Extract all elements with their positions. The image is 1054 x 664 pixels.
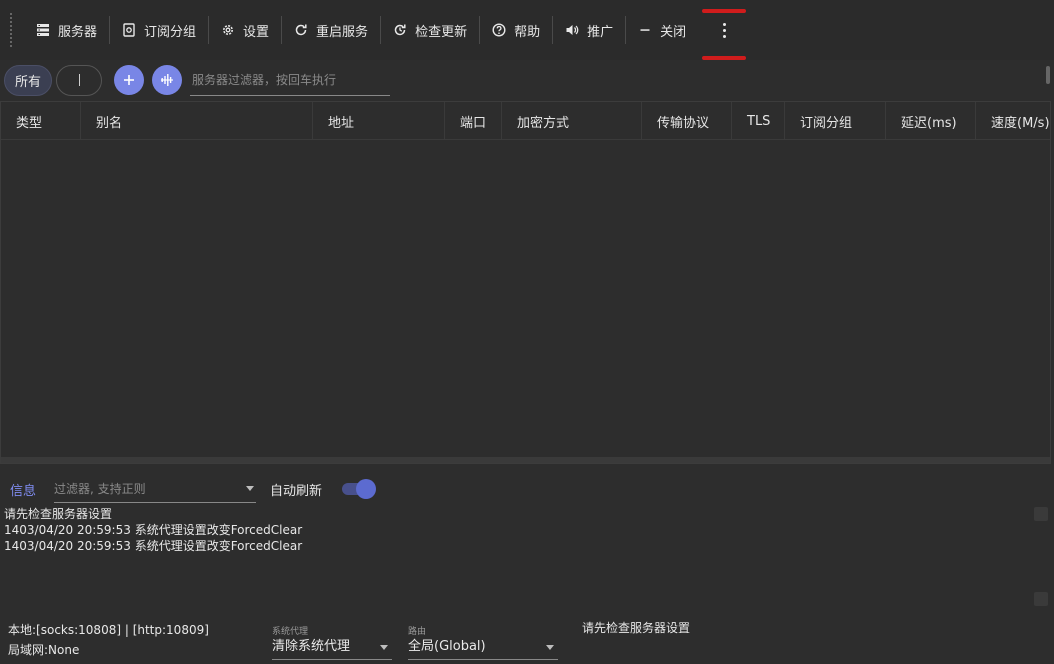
log-filter-combo[interactable] (54, 475, 257, 503)
log-toolbar: 信息 自动刷新 (0, 472, 1054, 506)
main-toolbar: 服务器 订阅分组 设置 重启服务 检查更新 帮助 推广 关闭 (0, 0, 1054, 60)
system-proxy-caption: 系统代理 (272, 627, 309, 637)
server-list-icon (37, 24, 49, 36)
auto-refresh-toggle[interactable] (342, 479, 377, 499)
system-proxy-value: 清除系统代理 (272, 639, 351, 654)
column-header-tls[interactable]: TLS (732, 102, 785, 140)
routing-select[interactable]: 路由 全局(Global) (408, 624, 558, 660)
text-cursor-icon (78, 74, 80, 86)
log-line: 1403/04/20 20:59:53 系统代理设置改变ForcedClear (4, 523, 303, 537)
subscriptions-button[interactable]: 订阅分组 (110, 12, 208, 48)
log-output: 请先检查服务器设置 1403/04/20 20:59:53 系统代理设置改变Fo… (4, 506, 1024, 554)
help-button[interactable]: 帮助 (480, 12, 552, 48)
toolbar-grip[interactable] (10, 13, 12, 47)
grid-horizontal-scrollbar[interactable] (1, 457, 1050, 463)
lan-text: 局域网:None (8, 643, 80, 657)
highlight-mark-top (702, 9, 747, 13)
more-vert-icon (722, 22, 726, 38)
help-icon (492, 23, 506, 37)
log-filter-input[interactable] (54, 481, 235, 496)
servers-button[interactable]: 服务器 (24, 12, 109, 48)
chevron-down-icon[interactable] (546, 644, 554, 650)
refresh-icon (295, 24, 307, 36)
server-grid: 类型 别名 地址 端口 加密方式 传输协议 TLS 订阅分组 延迟(ms) 速度… (0, 101, 1051, 464)
subscription-chip-empty[interactable] (56, 64, 103, 96)
column-header-transport[interactable]: 传输协议 (642, 102, 732, 140)
top-scroll-handle[interactable] (1046, 66, 1050, 84)
minus-icon (640, 29, 650, 31)
column-header-encryption[interactable]: 加密方式 (502, 102, 642, 140)
settings-button[interactable]: 设置 (209, 12, 281, 48)
log-scroll-up-button[interactable] (1034, 507, 1048, 521)
check-update-label: 检查更新 (415, 24, 468, 40)
speaker-icon (566, 25, 579, 35)
restart-service-label: 重启服务 (316, 24, 369, 40)
column-header-subscription[interactable]: 订阅分组 (785, 102, 886, 140)
log-line: 请先检查服务器设置 (4, 507, 113, 521)
toggle-knob (356, 479, 377, 499)
close-label: 关闭 (660, 24, 687, 40)
servers-label: 服务器 (58, 24, 98, 40)
filter-row: 所有 (0, 60, 1054, 100)
column-header-address[interactable]: 地址 (313, 102, 445, 140)
server-filter-input[interactable] (190, 64, 391, 96)
system-proxy-select[interactable]: 系统代理 清除系统代理 (272, 624, 392, 660)
auto-refresh-label: 自动刷新 (270, 483, 323, 499)
subscription-icon (123, 23, 135, 37)
subscriptions-label: 订阅分组 (144, 24, 197, 40)
status-ports: 本地:[socks:10808] | [http:10809] 局域网:None (8, 620, 209, 660)
log-scroll-down-button[interactable] (1034, 592, 1048, 606)
column-header-speed[interactable]: 速度(M/s) (976, 102, 1050, 140)
promote-button[interactable]: 推广 (553, 12, 625, 48)
update-icon (394, 24, 406, 36)
close-button[interactable]: 关闭 (626, 12, 698, 48)
column-header-type[interactable]: 类型 (1, 102, 81, 140)
more-options-button[interactable] (702, 9, 747, 60)
add-subscription-button[interactable] (114, 65, 145, 95)
routing-caption: 路由 (408, 627, 427, 637)
gear-icon (223, 25, 234, 35)
column-header-port[interactable]: 端口 (445, 102, 502, 140)
chip-label: 所有 (15, 74, 42, 90)
log-line: 1403/04/20 20:59:53 系统代理设置改变ForcedClear (4, 539, 303, 553)
subscription-chip-all[interactable]: 所有 (4, 64, 53, 96)
chevron-down-icon[interactable] (246, 486, 255, 491)
chevron-down-icon[interactable] (380, 644, 388, 650)
local-ports-text: 本地:[socks:10808] | [http:10809] (8, 623, 209, 637)
speed-test-button[interactable] (152, 65, 183, 95)
equalizer-icon (161, 74, 174, 86)
routing-value: 全局(Global) (408, 639, 486, 654)
column-header-latency[interactable]: 延迟(ms) (886, 102, 976, 140)
help-label: 帮助 (514, 24, 541, 40)
plus-icon (124, 75, 135, 85)
grid-header: 类型 别名 地址 端口 加密方式 传输协议 TLS 订阅分组 延迟(ms) 速度… (1, 102, 1050, 140)
restart-service-button[interactable]: 重启服务 (282, 12, 380, 48)
check-update-button[interactable]: 检查更新 (381, 12, 479, 48)
column-header-alias[interactable]: 别名 (81, 102, 313, 140)
promote-label: 推广 (587, 24, 614, 40)
settings-label: 设置 (243, 24, 270, 40)
status-message: 请先检查服务器设置 (582, 621, 691, 635)
log-info-tab[interactable]: 信息 (10, 480, 36, 499)
